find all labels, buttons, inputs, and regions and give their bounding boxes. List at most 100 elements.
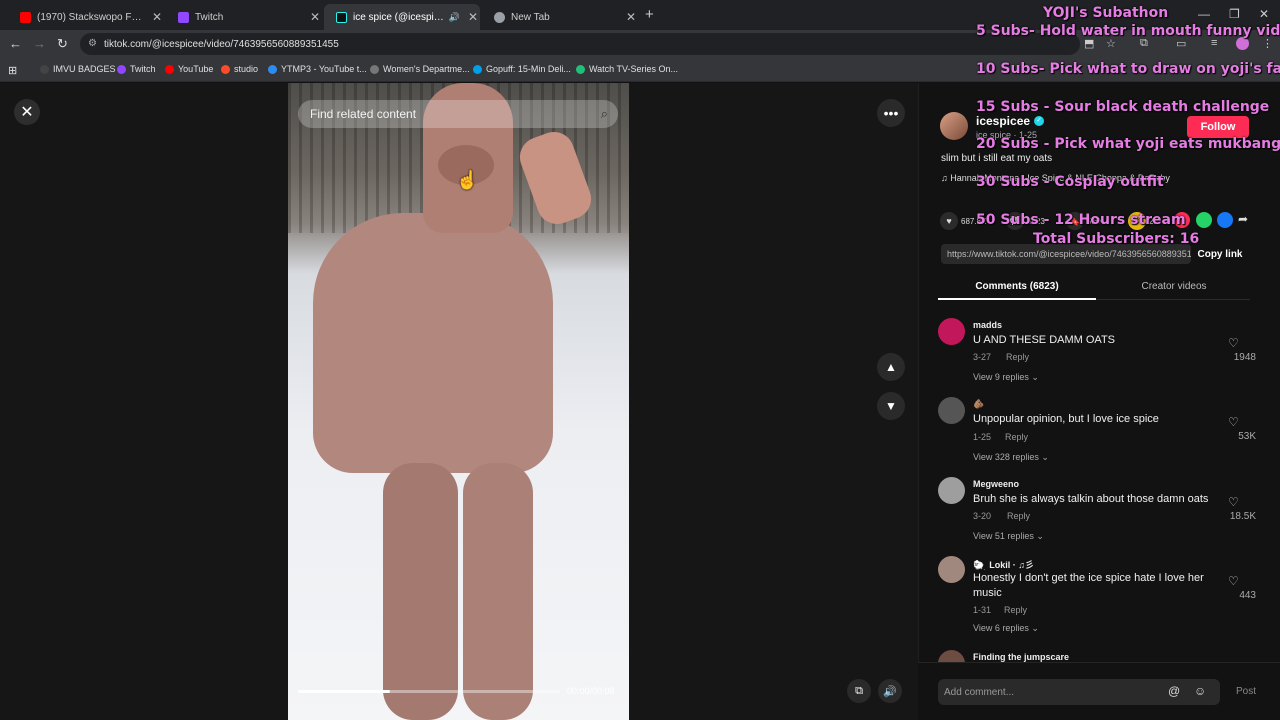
- previous-video-button[interactable]: ▲: [877, 353, 905, 381]
- ytmp3-icon: [268, 64, 277, 74]
- video-progress-bar[interactable]: [298, 690, 560, 693]
- comment-date: 1-25: [973, 432, 992, 442]
- tab-title: New Tab: [511, 11, 550, 23]
- search-icon[interactable]: ⌕: [601, 106, 608, 122]
- view-replies-button[interactable]: View 51 replies ⌄: [973, 531, 1044, 542]
- browser-tab-newtab[interactable]: New Tab ✕: [482, 4, 638, 30]
- share-arrow-icon[interactable]: ➦: [1238, 212, 1254, 228]
- next-video-button[interactable]: ▼: [877, 392, 905, 420]
- speaker-icon[interactable]: 🔊: [449, 12, 460, 23]
- tv-icon: [576, 64, 585, 74]
- comment-text: Honestly I don't get the ice spice hate …: [973, 572, 1204, 599]
- bookmark-youtube[interactable]: YouTube: [165, 64, 213, 74]
- maximize-icon[interactable]: ❐: [1229, 7, 1240, 21]
- whatsapp-icon[interactable]: [1196, 212, 1212, 228]
- comment-date: 3-27: [973, 352, 992, 362]
- heart-outline-icon[interactable]: ♡: [1228, 495, 1239, 509]
- forward-icon[interactable]: →: [33, 36, 46, 51]
- heart-outline-icon[interactable]: ♡: [1228, 415, 1239, 429]
- comment-text: U AND THESE DAMM OATS: [973, 334, 1116, 346]
- close-tab-icon[interactable]: ✕: [466, 10, 480, 24]
- reply-button[interactable]: Reply: [1004, 605, 1027, 615]
- youtube-icon: [165, 64, 174, 74]
- reply-button[interactable]: Reply: [1006, 352, 1029, 362]
- left-leg: [383, 463, 458, 720]
- volume-button[interactable]: 🔊: [878, 679, 902, 703]
- apps-grid-icon[interactable]: ⊞: [8, 64, 17, 77]
- more-options-button[interactable]: •••: [877, 99, 905, 127]
- comment-item: 🫵🏽 Unpopular opinion, but I love ice spi…: [938, 397, 1258, 477]
- close-tab-icon[interactable]: ✕: [150, 10, 164, 24]
- heart-outline-icon[interactable]: ♡: [1228, 574, 1239, 588]
- bookmark-womens[interactable]: Women's Departme...: [370, 64, 470, 74]
- share-link-field[interactable]: https://www.tiktok.com/@icespicee/video/…: [941, 244, 1191, 264]
- mention-icon[interactable]: @: [1168, 684, 1180, 698]
- author-avatar[interactable]: [940, 112, 968, 140]
- bookmark-label: Watch TV-Series On...: [589, 64, 679, 74]
- browser-tab-youtube[interactable]: (1970) Stackswopo Funny Mon ✕: [8, 4, 164, 30]
- overlay-goal: 15 Subs - Sour black death challenge: [976, 99, 1270, 115]
- commenter-name[interactable]: madds: [973, 320, 1002, 330]
- emoji-picker-icon[interactable]: ☺: [1194, 684, 1206, 698]
- url-bar[interactable]: ⚙ tiktok.com/@icespicee/video/7463956560…: [80, 33, 1080, 55]
- site-info-icon[interactable]: ⚙: [88, 38, 97, 49]
- tab-title: Twitch: [195, 11, 224, 23]
- twitch-icon: [117, 64, 126, 74]
- reload-icon[interactable]: ↻: [57, 36, 68, 52]
- floating-player-button[interactable]: ⧉: [847, 679, 871, 703]
- browser-tab-tiktok[interactable]: ice spice (@icespicee) Offic 🔊 ✕: [324, 4, 480, 30]
- bookmark-label: Twitch: [130, 64, 156, 74]
- bookmark-label: Gopuff: 15-Min Deli...: [486, 64, 571, 74]
- commenter-avatar[interactable]: [938, 477, 965, 504]
- commenter-name[interactable]: 🫵🏽: [973, 399, 984, 410]
- commenter-name[interactable]: Finding the jumpscare: [973, 652, 1069, 662]
- search-placeholder: Find related content: [310, 107, 417, 121]
- gopuff-icon: [473, 64, 482, 74]
- reply-button[interactable]: Reply: [1005, 432, 1028, 442]
- commenter-name[interactable]: 🐑 ׅ Lokil · ♫彡: [973, 558, 1034, 571]
- view-replies-button[interactable]: View 9 replies ⌄: [973, 372, 1039, 383]
- commenter-avatar[interactable]: [938, 556, 965, 583]
- reply-button[interactable]: Reply: [1007, 511, 1030, 521]
- close-window-icon[interactable]: ✕: [1259, 7, 1269, 21]
- commenter-avatar[interactable]: [938, 318, 965, 345]
- new-tab-button[interactable]: +: [645, 6, 654, 23]
- bookmark-twitch[interactable]: Twitch: [117, 64, 156, 74]
- close-tab-icon[interactable]: ✕: [308, 10, 322, 24]
- commenter-avatar[interactable]: [938, 397, 965, 424]
- view-replies-button[interactable]: View 6 replies ⌄: [973, 623, 1039, 634]
- bookmark-watchtv[interactable]: Watch TV-Series On...: [576, 64, 678, 74]
- copy-link-button[interactable]: Copy link: [1191, 244, 1249, 264]
- overlay-goal: 5 Subs- Hold water in mouth funny vid: [976, 23, 1280, 39]
- tab-comments[interactable]: Comments (6823): [938, 281, 1096, 292]
- commenter-name[interactable]: Megweeno: [973, 479, 1019, 489]
- comment-like-count: 1948: [1233, 352, 1256, 363]
- bookmark-gopuff[interactable]: Gopuff: 15-Min Deli...: [473, 64, 571, 74]
- bookmark-ytmp3[interactable]: YTMP3 - YouTube t...: [268, 64, 367, 74]
- comment-like-count: 53K: [1238, 431, 1256, 442]
- overlay-goal: 30 Subs - Cosplay outfit: [976, 174, 1164, 190]
- tab-title: (1970) Stackswopo Funny Mon: [37, 11, 144, 23]
- heart-outline-icon[interactable]: ♡: [1228, 336, 1239, 350]
- bookmark-label: YouTube: [178, 64, 214, 74]
- view-replies-button[interactable]: View 328 replies ⌄: [973, 452, 1049, 463]
- browser-tab-twitch[interactable]: Twitch ✕: [166, 4, 322, 30]
- back-icon[interactable]: ←: [9, 36, 22, 51]
- bookmark-studio[interactable]: studio: [221, 64, 258, 74]
- bookmark-imvu[interactable]: IMVU BADGES: [40, 64, 116, 74]
- post-button[interactable]: Post: [1236, 686, 1256, 697]
- comment-text: Bruh she is always talkin about those da…: [973, 493, 1209, 505]
- author-name[interactable]: icespicee: [976, 114, 1030, 128]
- studio-icon: [221, 64, 230, 74]
- comment-date: 3-20: [973, 511, 992, 521]
- facebook-icon[interactable]: [1217, 212, 1233, 228]
- related-content-search[interactable]: Find related content ⌕: [298, 100, 618, 128]
- follow-button[interactable]: Follow: [1187, 116, 1249, 138]
- close-video-button[interactable]: ✕: [14, 99, 40, 125]
- bookmark-label: IMVU BADGES: [53, 64, 116, 74]
- tab-creator-videos[interactable]: Creator videos: [1096, 281, 1252, 292]
- comment-like-count: 18.5K: [1229, 511, 1256, 522]
- hand-cursor-icon: ☝: [456, 170, 479, 190]
- minimize-icon[interactable]: —: [1198, 7, 1210, 21]
- close-tab-icon[interactable]: ✕: [624, 10, 638, 24]
